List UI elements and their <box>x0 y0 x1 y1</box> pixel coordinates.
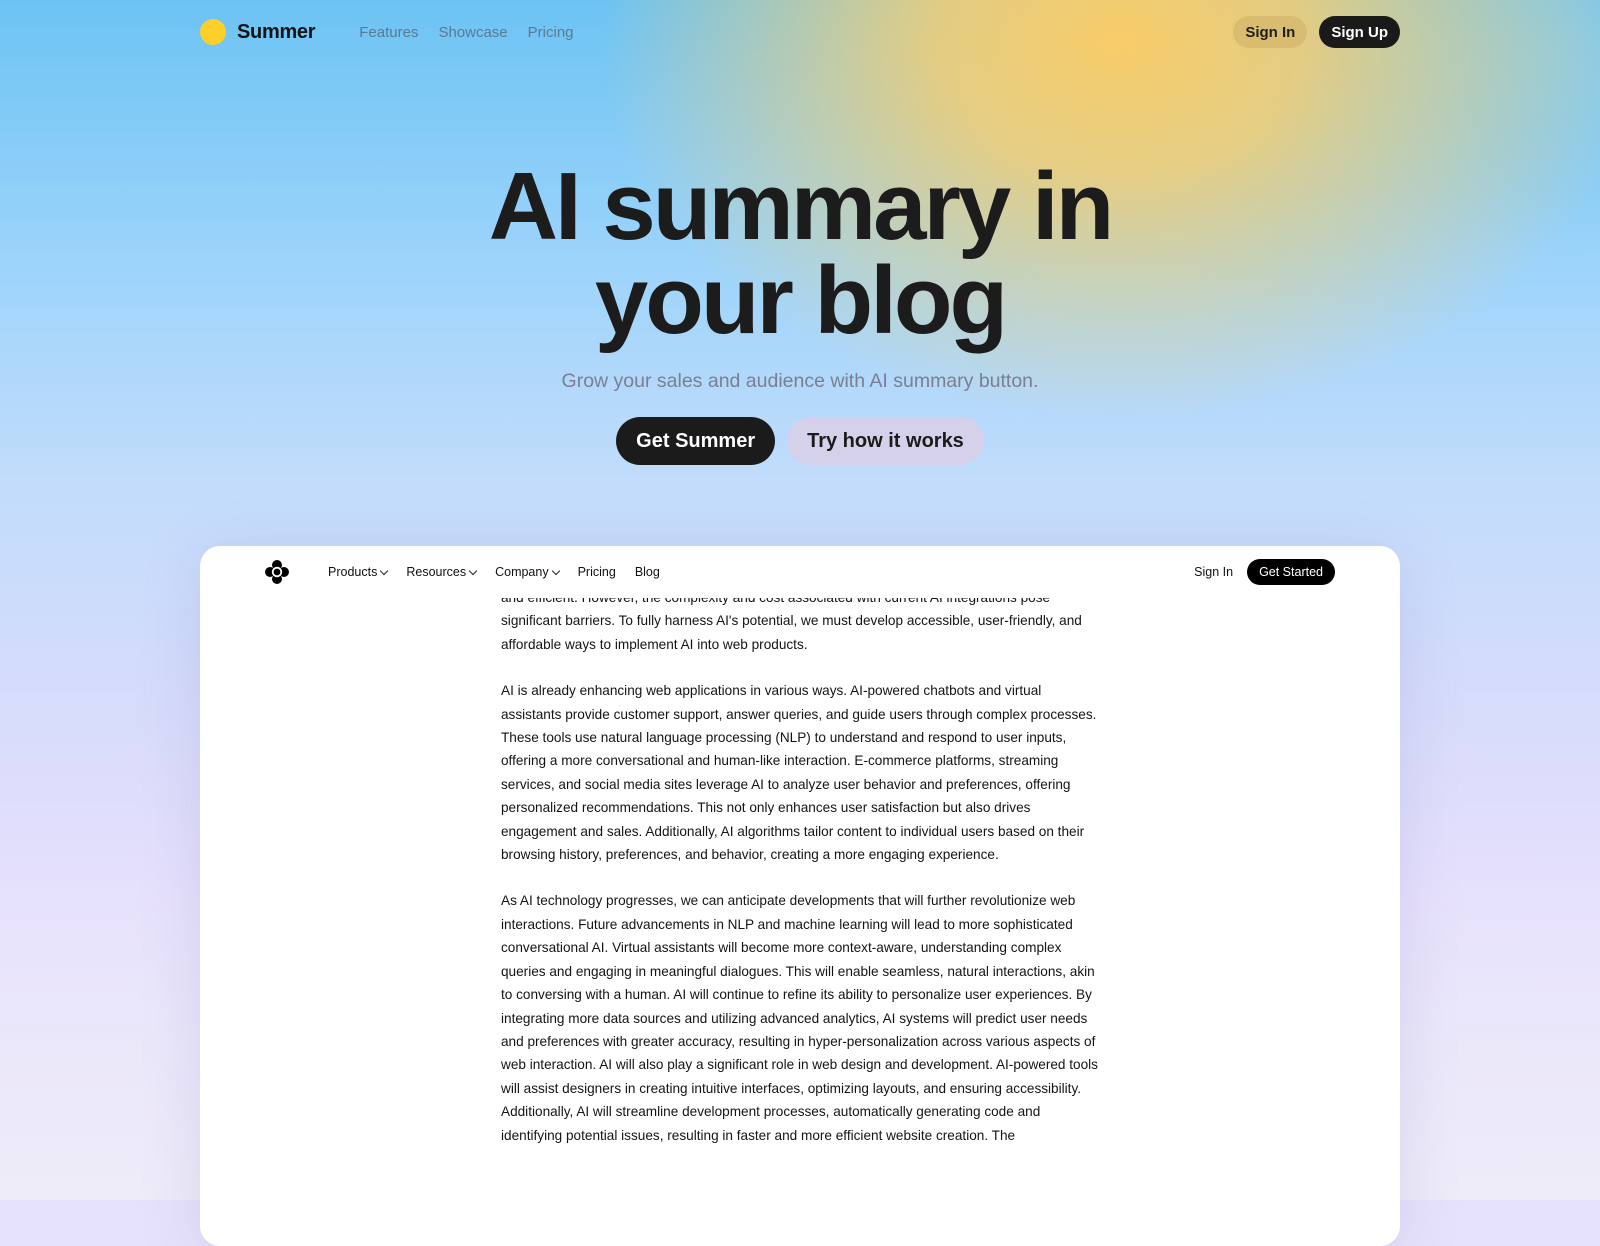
hero-subtitle: Grow your sales and audience with AI sum… <box>561 370 1039 392</box>
hero-cta-group: Get Summer Try how it works <box>0 417 1600 465</box>
preview-navbar: Products Resources Company Pricing Blog … <box>265 546 1335 598</box>
brand-name[interactable]: Summer <box>237 21 316 44</box>
hero-section: AI summary in your blog Grow your sales … <box>0 150 1600 465</box>
preview-sign-in-link[interactable]: Sign In <box>1194 565 1233 579</box>
nav-link-showcase[interactable]: Showcase <box>438 24 507 41</box>
blog-preview-card: Products Resources Company Pricing Blog … <box>200 546 1400 1246</box>
article-paragraph: As AI technology progresses, we can anti… <box>501 893 1098 1143</box>
article-paragraph: AI is already enhancing web applications… <box>501 683 1097 863</box>
try-how-it-works-button[interactable]: Try how it works <box>787 417 984 465</box>
flower-logo-icon[interactable] <box>265 560 289 584</box>
nav-link-features[interactable]: Features <box>359 24 418 41</box>
hero-title-line-1: AI summary in <box>488 153 1115 260</box>
preview-nav-blog[interactable]: Blog <box>635 565 660 579</box>
chevron-down-icon <box>468 566 478 575</box>
blog-article-body: and efficient. However, the complexity a… <box>501 586 1101 1170</box>
top-navbar: Summer Features Showcase Pricing Sign In… <box>200 0 1400 64</box>
preview-nav-products[interactable]: Products <box>328 565 389 579</box>
preview-nav-pricing[interactable]: Pricing <box>578 565 616 579</box>
chevron-down-icon <box>551 566 560 575</box>
preview-nav-company[interactable]: Company <box>495 565 560 579</box>
preview-nav-resources[interactable]: Resources <box>406 565 478 579</box>
sign-in-button[interactable]: Sign In <box>1233 16 1308 48</box>
chevron-down-icon <box>380 566 389 575</box>
sign-up-button[interactable]: Sign Up <box>1319 16 1400 48</box>
hero-title: AI summary in your blog <box>0 150 1600 349</box>
get-summer-button[interactable]: Get Summer <box>616 417 776 465</box>
hero-title-line-2: your blog <box>594 247 1008 354</box>
sun-logo-icon[interactable] <box>200 19 226 45</box>
preview-get-started-button[interactable]: Get Started <box>1247 559 1335 585</box>
nav-link-pricing[interactable]: Pricing <box>528 24 574 41</box>
